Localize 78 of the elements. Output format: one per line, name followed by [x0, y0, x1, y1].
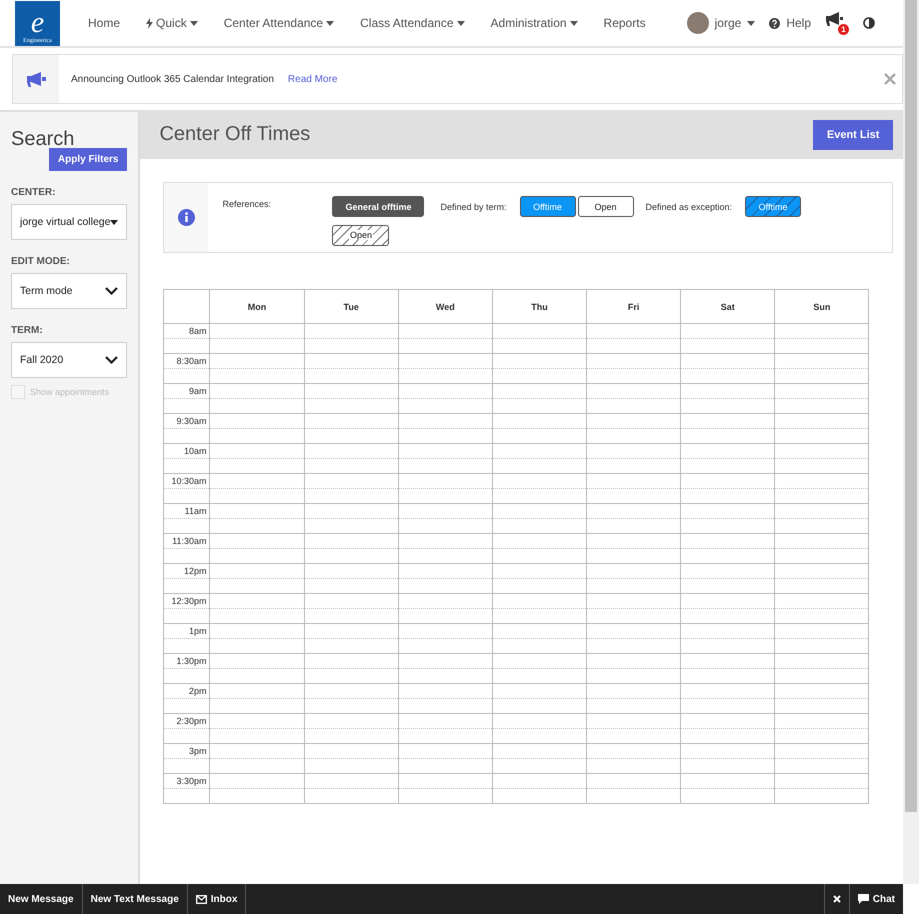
chat-icon	[858, 894, 869, 904]
sidebar-title: Search	[11, 128, 76, 150]
info-icon	[178, 209, 195, 226]
chevron-icon	[105, 287, 118, 295]
nav-link[interactable]: Administration	[478, 16, 591, 30]
time-label: 12:30pm	[164, 594, 210, 608]
nav-link[interactable]: Center Attendance	[210, 16, 348, 30]
day-header: Thu	[492, 290, 587, 324]
scrollbar[interactable]	[905, 0, 917, 812]
caret-icon	[110, 220, 118, 224]
nav-link[interactable]: Home	[88, 16, 134, 30]
close-icon[interactable]	[882, 71, 898, 87]
announcement-text: Announcing Outlook 365 Calendar Integration	[71, 74, 274, 84]
help-link[interactable]: Help	[769, 16, 811, 30]
time-label: 1pm	[164, 624, 210, 638]
checkbox-label: Show appointments	[30, 387, 110, 397]
legend-label: References:	[222, 199, 272, 211]
nav-link[interactable]: Quick	[133, 16, 211, 30]
select-field[interactable]: jorge virtual college	[11, 204, 128, 240]
select-field[interactable]: Term mode	[11, 273, 128, 309]
legend-chip: General offtime	[332, 196, 424, 217]
page-title: Center Off Times	[159, 123, 310, 146]
bolt-icon	[146, 18, 154, 28]
contrast-icon[interactable]	[863, 17, 875, 29]
time-label: 3:30pm	[164, 774, 210, 788]
day-header: Sun	[774, 290, 869, 324]
time-label: 9:30am	[164, 414, 210, 428]
field-label: TERM:	[11, 325, 44, 336]
legend-chip: Offtime	[520, 196, 576, 217]
read-more-link[interactable]: Read More	[288, 74, 338, 84]
chevron-icon	[105, 356, 118, 364]
field-label: CENTER:	[11, 187, 56, 198]
footer-button[interactable]: New Text Message	[82, 884, 188, 914]
time-label: 11am	[164, 504, 210, 518]
notification-badge: 1	[838, 24, 849, 35]
day-header: Wed	[398, 290, 492, 324]
time-label: 9am	[164, 384, 210, 398]
select-field[interactable]: Fall 2020	[11, 342, 128, 378]
day-header: Mon	[210, 290, 304, 324]
close-icon	[832, 895, 841, 903]
footer-button[interactable]: New Message	[0, 884, 83, 914]
nav-link[interactable]: Class Attendance	[347, 16, 478, 30]
time-label: 8am	[164, 324, 210, 338]
avatar	[686, 12, 709, 34]
caret-icon	[456, 20, 465, 26]
time-label: 2:30pm	[164, 714, 210, 728]
legend-group-label: Defined as exception:	[646, 202, 732, 212]
time-label: 12pm	[164, 564, 210, 578]
chat-button[interactable]: Chat	[848, 884, 903, 914]
megaphone-icon	[825, 11, 843, 27]
time-label: 8:30am	[164, 354, 210, 368]
time-label: 10:30am	[164, 474, 210, 488]
time-label: 2pm	[164, 684, 210, 698]
day-header: Fri	[586, 290, 681, 324]
legend-group-label: Defined by term:	[440, 202, 506, 212]
footer-button[interactable]: Inbox	[188, 884, 246, 914]
day-header: Tue	[304, 290, 398, 324]
caret-icon	[747, 20, 756, 26]
envelope-icon	[196, 894, 207, 904]
megaphone-icon	[26, 71, 46, 87]
event-list-button[interactable]: Event List	[812, 120, 894, 150]
time-label: 11:30am	[164, 534, 210, 548]
legend-chip: Open	[578, 196, 634, 217]
time-label: 10am	[164, 444, 210, 458]
legend-chip: Offtime	[745, 196, 802, 217]
caret-icon	[190, 20, 198, 26]
time-label: 3pm	[164, 744, 210, 758]
legend-chip: Open	[332, 224, 390, 246]
help-icon	[769, 18, 780, 28]
announcements-button[interactable]: 1	[825, 11, 849, 35]
time-label: 1:30pm	[164, 654, 210, 668]
apply-filters-button[interactable]: Apply Filters	[48, 148, 128, 171]
user-menu[interactable]: jorge	[686, 12, 756, 34]
field-label: EDIT MODE:	[11, 256, 71, 267]
caret-icon	[570, 20, 578, 26]
day-header: Sat	[680, 290, 775, 324]
nav-link[interactable]: Reports	[590, 16, 659, 30]
caret-icon	[326, 20, 334, 26]
